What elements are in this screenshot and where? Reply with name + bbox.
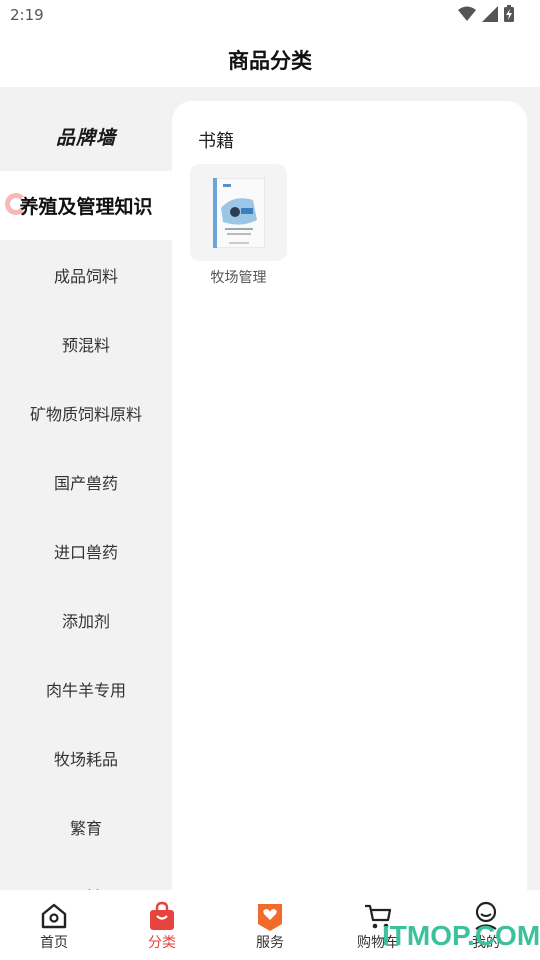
header: 商品分类 <box>0 32 540 87</box>
tab-category[interactable]: 分类 <box>108 890 216 960</box>
sidebar-item-label: 肉牛羊专用 <box>45 680 126 700</box>
sidebar-item-premix[interactable]: 预混料 <box>0 309 172 378</box>
shopping-bag-icon <box>150 901 174 930</box>
battery-icon <box>504 5 514 22</box>
sidebar-item-label: 进口兽药 <box>53 542 118 562</box>
sidebar-item-label: 预混料 <box>61 335 110 355</box>
sidebar-item-mineral-feed[interactable]: 矿物质饲料原料 <box>0 378 172 447</box>
sidebar-item-label: 国产兽药 <box>53 473 118 493</box>
sidebar-item-equipment[interactable]: 器械 <box>0 861 172 891</box>
sidebar-item-ranch-consumables[interactable]: 牧场耗品 <box>0 723 172 792</box>
status-time: 2:19 <box>10 6 44 24</box>
category-sidebar: 品牌墙 养殖及管理知识 成品饲料 预混料 矿物质饲料原料 国产兽药 进口兽药 添… <box>0 87 172 890</box>
product-panel: 书籍 牧场管理 <box>172 101 527 890</box>
home-icon <box>41 903 67 929</box>
sidebar-item-imported-vet-drugs[interactable]: 进口兽药 <box>0 516 172 585</box>
tab-label: 分类 <box>148 935 176 951</box>
product-name: 牧场管理 <box>210 270 267 286</box>
tab-label: 首页 <box>40 935 68 951</box>
tab-home[interactable]: 首页 <box>0 890 108 960</box>
product-thumbnail <box>190 164 287 261</box>
wifi-icon <box>458 6 476 21</box>
sidebar-item-label: 繁育 <box>69 818 102 838</box>
status-bar: 2:19 <box>0 0 540 32</box>
sidebar-item-beef-sheep[interactable]: 肉牛羊专用 <box>0 654 172 723</box>
sidebar-item-label: 牧场耗品 <box>53 749 118 769</box>
tab-service[interactable]: 服务 <box>216 890 324 960</box>
heart-badge-icon <box>258 904 282 931</box>
sidebar-item-label: 养殖及管理知识 <box>19 196 153 218</box>
status-icons <box>458 5 514 22</box>
book-cover-icon <box>212 177 265 248</box>
content-area: 品牌墙 养殖及管理知识 成品饲料 预混料 矿物质饲料原料 国产兽药 进口兽药 添… <box>0 87 540 890</box>
brand-wall-link[interactable]: 品牌墙 <box>0 101 172 171</box>
sidebar-item-finished-feed[interactable]: 成品饲料 <box>0 240 172 309</box>
sidebar-item-domestic-vet-drugs[interactable]: 国产兽药 <box>0 447 172 516</box>
signal-icon <box>482 5 498 22</box>
active-indicator-icon <box>5 193 27 215</box>
sidebar-item-breeding[interactable]: 繁育 <box>0 792 172 861</box>
watermark-text: ITMOP.COM <box>382 920 540 951</box>
section-title: 书籍 <box>198 131 234 152</box>
tab-label: 服务 <box>256 935 284 951</box>
sidebar-item-breeding-knowledge[interactable]: 养殖及管理知识 <box>0 171 172 240</box>
sidebar-item-label: 成品饲料 <box>53 266 118 286</box>
product-card[interactable]: 牧场管理 <box>190 164 287 286</box>
sidebar-item-label: 矿物质饲料原料 <box>29 404 142 424</box>
sidebar-item-additives[interactable]: 添加剂 <box>0 585 172 654</box>
sidebar-item-label: 添加剂 <box>61 611 110 631</box>
page-title: 商品分类 <box>228 48 312 73</box>
